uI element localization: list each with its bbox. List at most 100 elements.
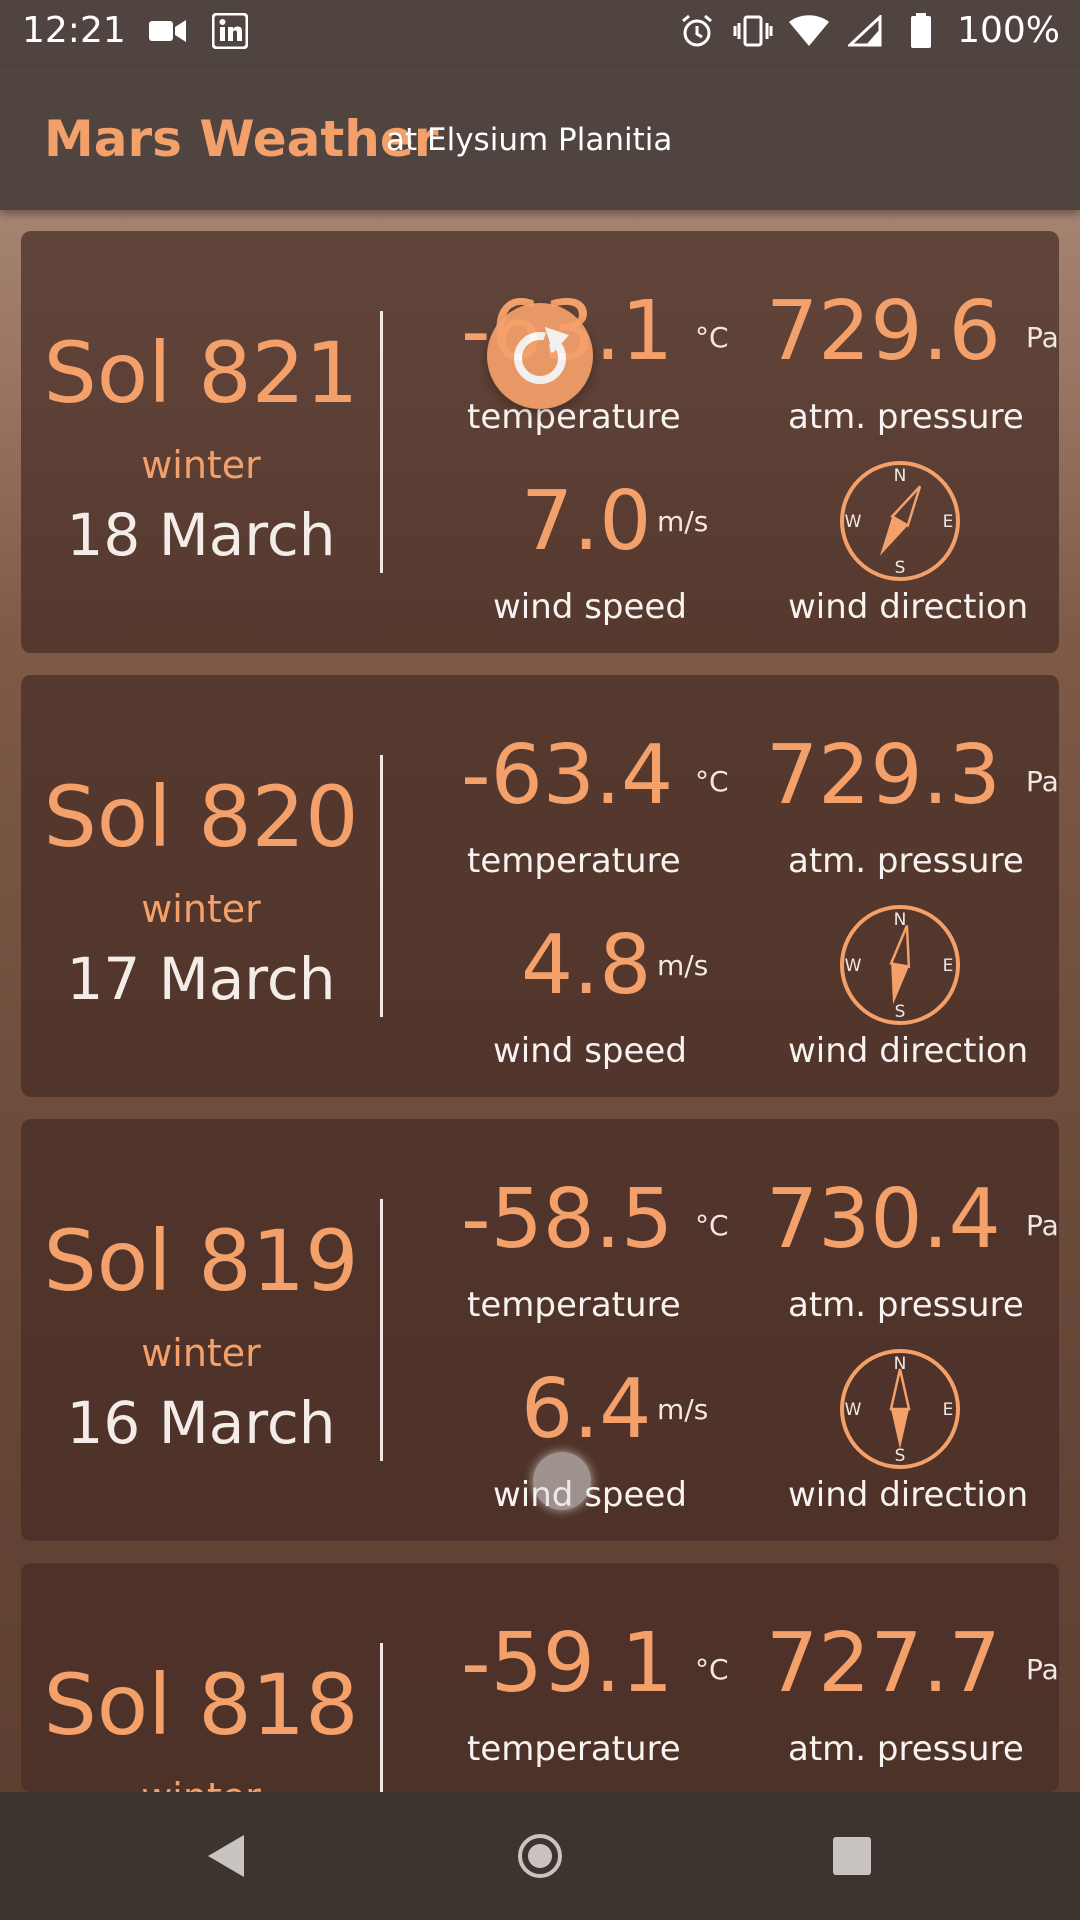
compass-icon: N S E W <box>840 461 960 581</box>
battery-percent: 100% <box>957 10 1060 51</box>
status-time: 12:21 <box>22 10 126 51</box>
wind-direction-metric: N S E W wind direction <box>766 1347 1059 1527</box>
pressure-unit: Pa <box>1026 1209 1059 1242</box>
pressure-value: 729.3 <box>766 728 1001 823</box>
pressure-unit: Pa <box>1026 321 1059 354</box>
cell-signal-icon <box>845 11 885 51</box>
compass-n: N <box>894 910 907 930</box>
pressure-label: atm. pressure <box>788 1285 1024 1325</box>
season-label: winter <box>141 1331 261 1375</box>
temperature-metric: -58.5 °C temperature <box>461 1179 761 1329</box>
compass-e: E <box>943 956 954 976</box>
system-nav-bar <box>0 1792 1080 1920</box>
compass-s: S <box>895 558 906 578</box>
temperature-label: temperature <box>467 1729 681 1769</box>
touch-indicator <box>533 1452 591 1510</box>
pressure-metric: 730.4 Pa atm. pressure <box>766 1179 1059 1329</box>
home-button[interactable] <box>516 1832 564 1880</box>
temperature-unit: °C <box>695 321 729 354</box>
home-icon <box>518 1834 562 1878</box>
earth-date: 17 March <box>66 945 336 1013</box>
wind-speed-metric: 4.8 m/s wind speed <box>461 925 761 1075</box>
alarm-icon <box>677 11 717 51</box>
card-divider <box>380 1643 383 1792</box>
earth-date: 16 March <box>66 1389 336 1457</box>
wind-speed-unit: m/s <box>657 505 709 538</box>
pressure-value: 727.7 <box>766 1616 1001 1711</box>
season-label: winter <box>141 887 261 931</box>
recents-icon <box>833 1837 871 1875</box>
wind-speed-label: wind speed <box>493 587 687 627</box>
compass-icon: N S E W <box>840 1349 960 1469</box>
wind-direction-label: wind direction <box>788 1031 1029 1071</box>
sol-card[interactable]: Sol 821 winter 18 March -63.1 °C tempera… <box>21 231 1059 653</box>
sol-card[interactable]: Sol 820 winter 17 March -63.4 °C tempera… <box>21 675 1059 1097</box>
compass-n: N <box>894 466 907 486</box>
refresh-icon <box>514 326 569 384</box>
pressure-metric: 727.7 Pa atm. pressure <box>766 1623 1059 1773</box>
wind-direction-metric: N S E W wind direction <box>766 903 1059 1083</box>
compass-e: E <box>943 512 954 532</box>
compass-needle <box>889 1368 911 1449</box>
sol-number: Sol 818 <box>43 1656 359 1754</box>
pressure-label: atm. pressure <box>788 397 1024 437</box>
card-divider <box>380 1199 383 1461</box>
temperature-unit: °C <box>695 765 729 798</box>
sol-card[interactable]: Sol 818 winter -59.1 °C temperature 727.… <box>21 1563 1059 1792</box>
wind-speed-metric: 7.0 m/s wind speed <box>461 481 761 631</box>
wind-speed-label: wind speed <box>493 1031 687 1071</box>
wifi-icon <box>789 11 830 51</box>
wind-speed-value: 6.4 <box>521 1362 652 1457</box>
app-bar: Mars Weather at Elysium Planitia <box>0 66 1080 210</box>
pressure-metric: 729.3 Pa atm. pressure <box>766 735 1059 885</box>
wind-speed-metric: 6.4 m/s wind speed <box>461 1369 761 1519</box>
refresh-button[interactable] <box>487 303 593 409</box>
card-divider <box>380 755 383 1017</box>
sol-info: Sol 821 winter 18 March <box>21 231 381 653</box>
compass-s: S <box>895 1002 906 1022</box>
sol-number: Sol 819 <box>43 1212 359 1310</box>
wind-speed-value: 7.0 <box>521 474 652 569</box>
sol-number: Sol 821 <box>43 324 359 422</box>
wind-direction-label: wind direction <box>788 1475 1029 1515</box>
compass-needle <box>880 485 922 556</box>
vibrate-icon <box>733 11 773 51</box>
temperature-label: temperature <box>467 841 681 881</box>
sol-info: Sol 818 winter <box>21 1563 381 1792</box>
pressure-value: 730.4 <box>766 1172 1001 1267</box>
temperature-unit: °C <box>695 1653 729 1686</box>
app-subtitle: at Elysium Planitia <box>386 122 673 158</box>
sol-info: Sol 820 winter 17 March <box>21 675 381 1097</box>
temperature-metric: -63.4 °C temperature <box>461 735 761 885</box>
sol-info: Sol 819 winter 16 March <box>21 1119 381 1541</box>
pressure-unit: Pa <box>1026 1653 1059 1686</box>
linkedin-icon <box>210 11 250 51</box>
temperature-value: -63.4 <box>461 728 674 823</box>
recents-button[interactable] <box>828 1832 876 1880</box>
video-camera-icon <box>148 11 188 51</box>
pressure-value: 729.6 <box>766 284 1001 379</box>
status-bar: 12:21 100% <box>0 0 1080 66</box>
wind-speed-value: 4.8 <box>521 918 652 1013</box>
pressure-label: atm. pressure <box>788 841 1024 881</box>
compass-w: W <box>845 1400 862 1420</box>
pressure-metric: 729.6 Pa atm. pressure <box>766 291 1059 441</box>
wind-speed-unit: m/s <box>657 949 709 982</box>
temperature-value: -58.5 <box>461 1172 674 1267</box>
pressure-unit: Pa <box>1026 765 1059 798</box>
temperature-value: -59.1 <box>461 1616 674 1711</box>
wind-direction-label: wind direction <box>788 587 1029 627</box>
pressure-label: atm. pressure <box>788 1729 1024 1769</box>
compass-icon: N S E W <box>840 905 960 1025</box>
wind-speed-unit: m/s <box>657 1393 709 1426</box>
wind-direction-metric: N S E W wind direction <box>766 459 1059 639</box>
season-label: winter <box>141 443 261 487</box>
season-label: winter <box>21 1775 381 1792</box>
temperature-label: temperature <box>467 1285 681 1325</box>
compass-w: W <box>845 512 862 532</box>
back-button[interactable] <box>202 1832 250 1880</box>
compass-e: E <box>943 1400 954 1420</box>
sol-number: Sol 820 <box>43 768 359 866</box>
app-title: Mars Weather <box>44 110 439 168</box>
compass-needle <box>889 925 911 1005</box>
